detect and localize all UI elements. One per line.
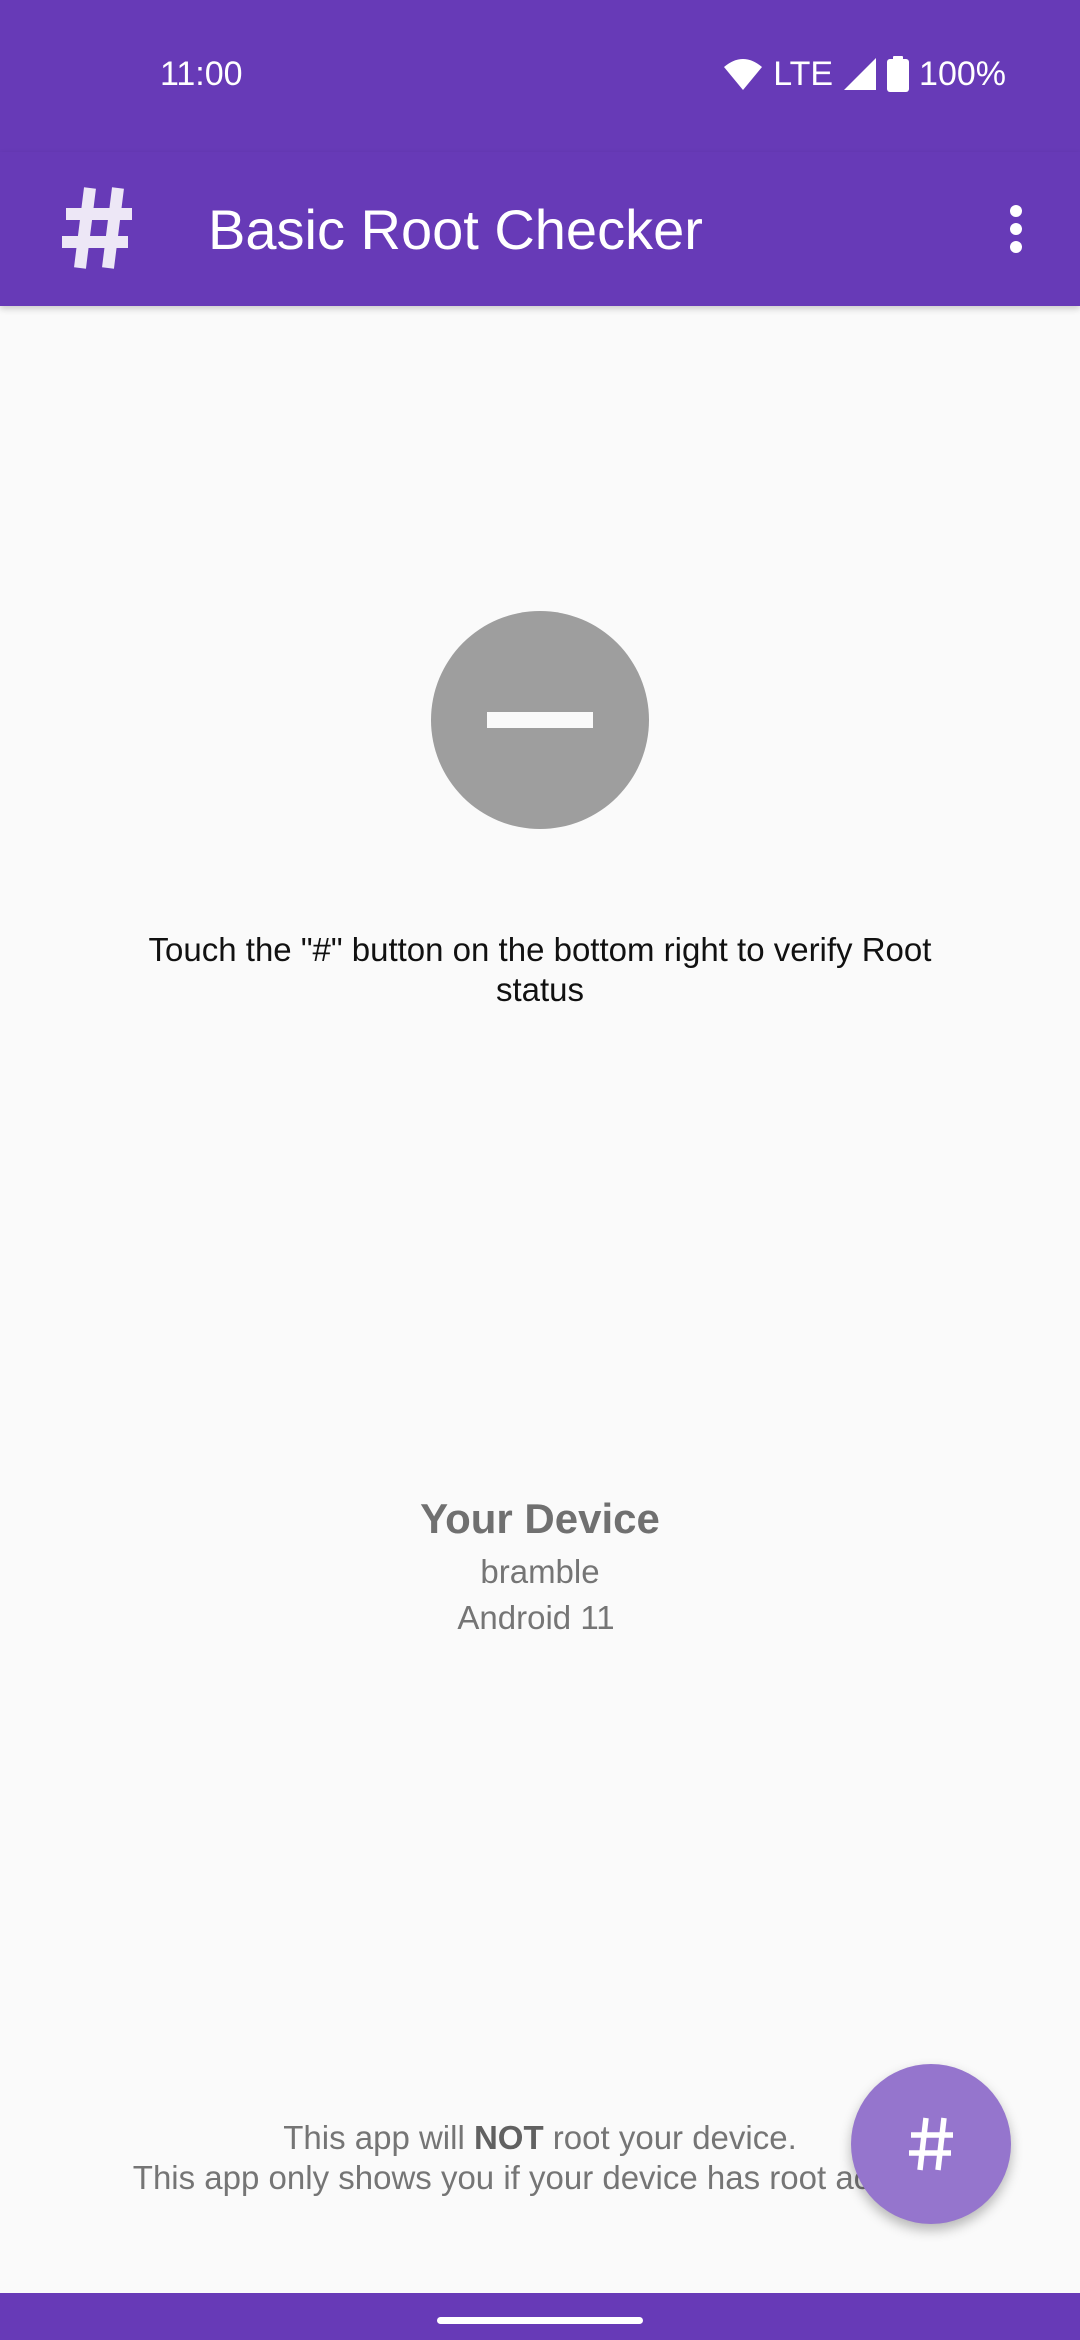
- unknown-status-icon: [431, 611, 649, 829]
- signal-icon: [843, 57, 877, 91]
- battery-level: 100%: [919, 54, 1006, 93]
- device-name: bramble: [480, 1553, 600, 1590]
- status-bar: 11:00 LTE 100%: [0, 0, 1080, 152]
- more-options-button[interactable]: [976, 189, 1056, 269]
- instruction-text: Touch the "#" button on the bottom right…: [148, 931, 932, 1008]
- battery-icon: [887, 56, 910, 92]
- more-vert-icon: [1010, 205, 1022, 253]
- wifi-icon: [723, 57, 763, 91]
- hash-icon: [62, 180, 134, 276]
- app-bar: Basic Root Checker: [0, 152, 1080, 306]
- device-title: Your Device: [420, 1495, 660, 1542]
- hash-icon: [909, 2117, 953, 2171]
- minus-icon: [487, 712, 593, 728]
- status-time: 11:00: [160, 55, 243, 93]
- device-os: Android 11: [457, 1599, 615, 1636]
- home-gesture-handle[interactable]: [437, 2317, 643, 2324]
- verify-root-button[interactable]: [851, 2064, 1011, 2224]
- app-title: Basic Root Checker: [208, 198, 703, 261]
- network-type: LTE: [773, 54, 834, 93]
- status-indicators: LTE 100%: [723, 54, 1006, 94]
